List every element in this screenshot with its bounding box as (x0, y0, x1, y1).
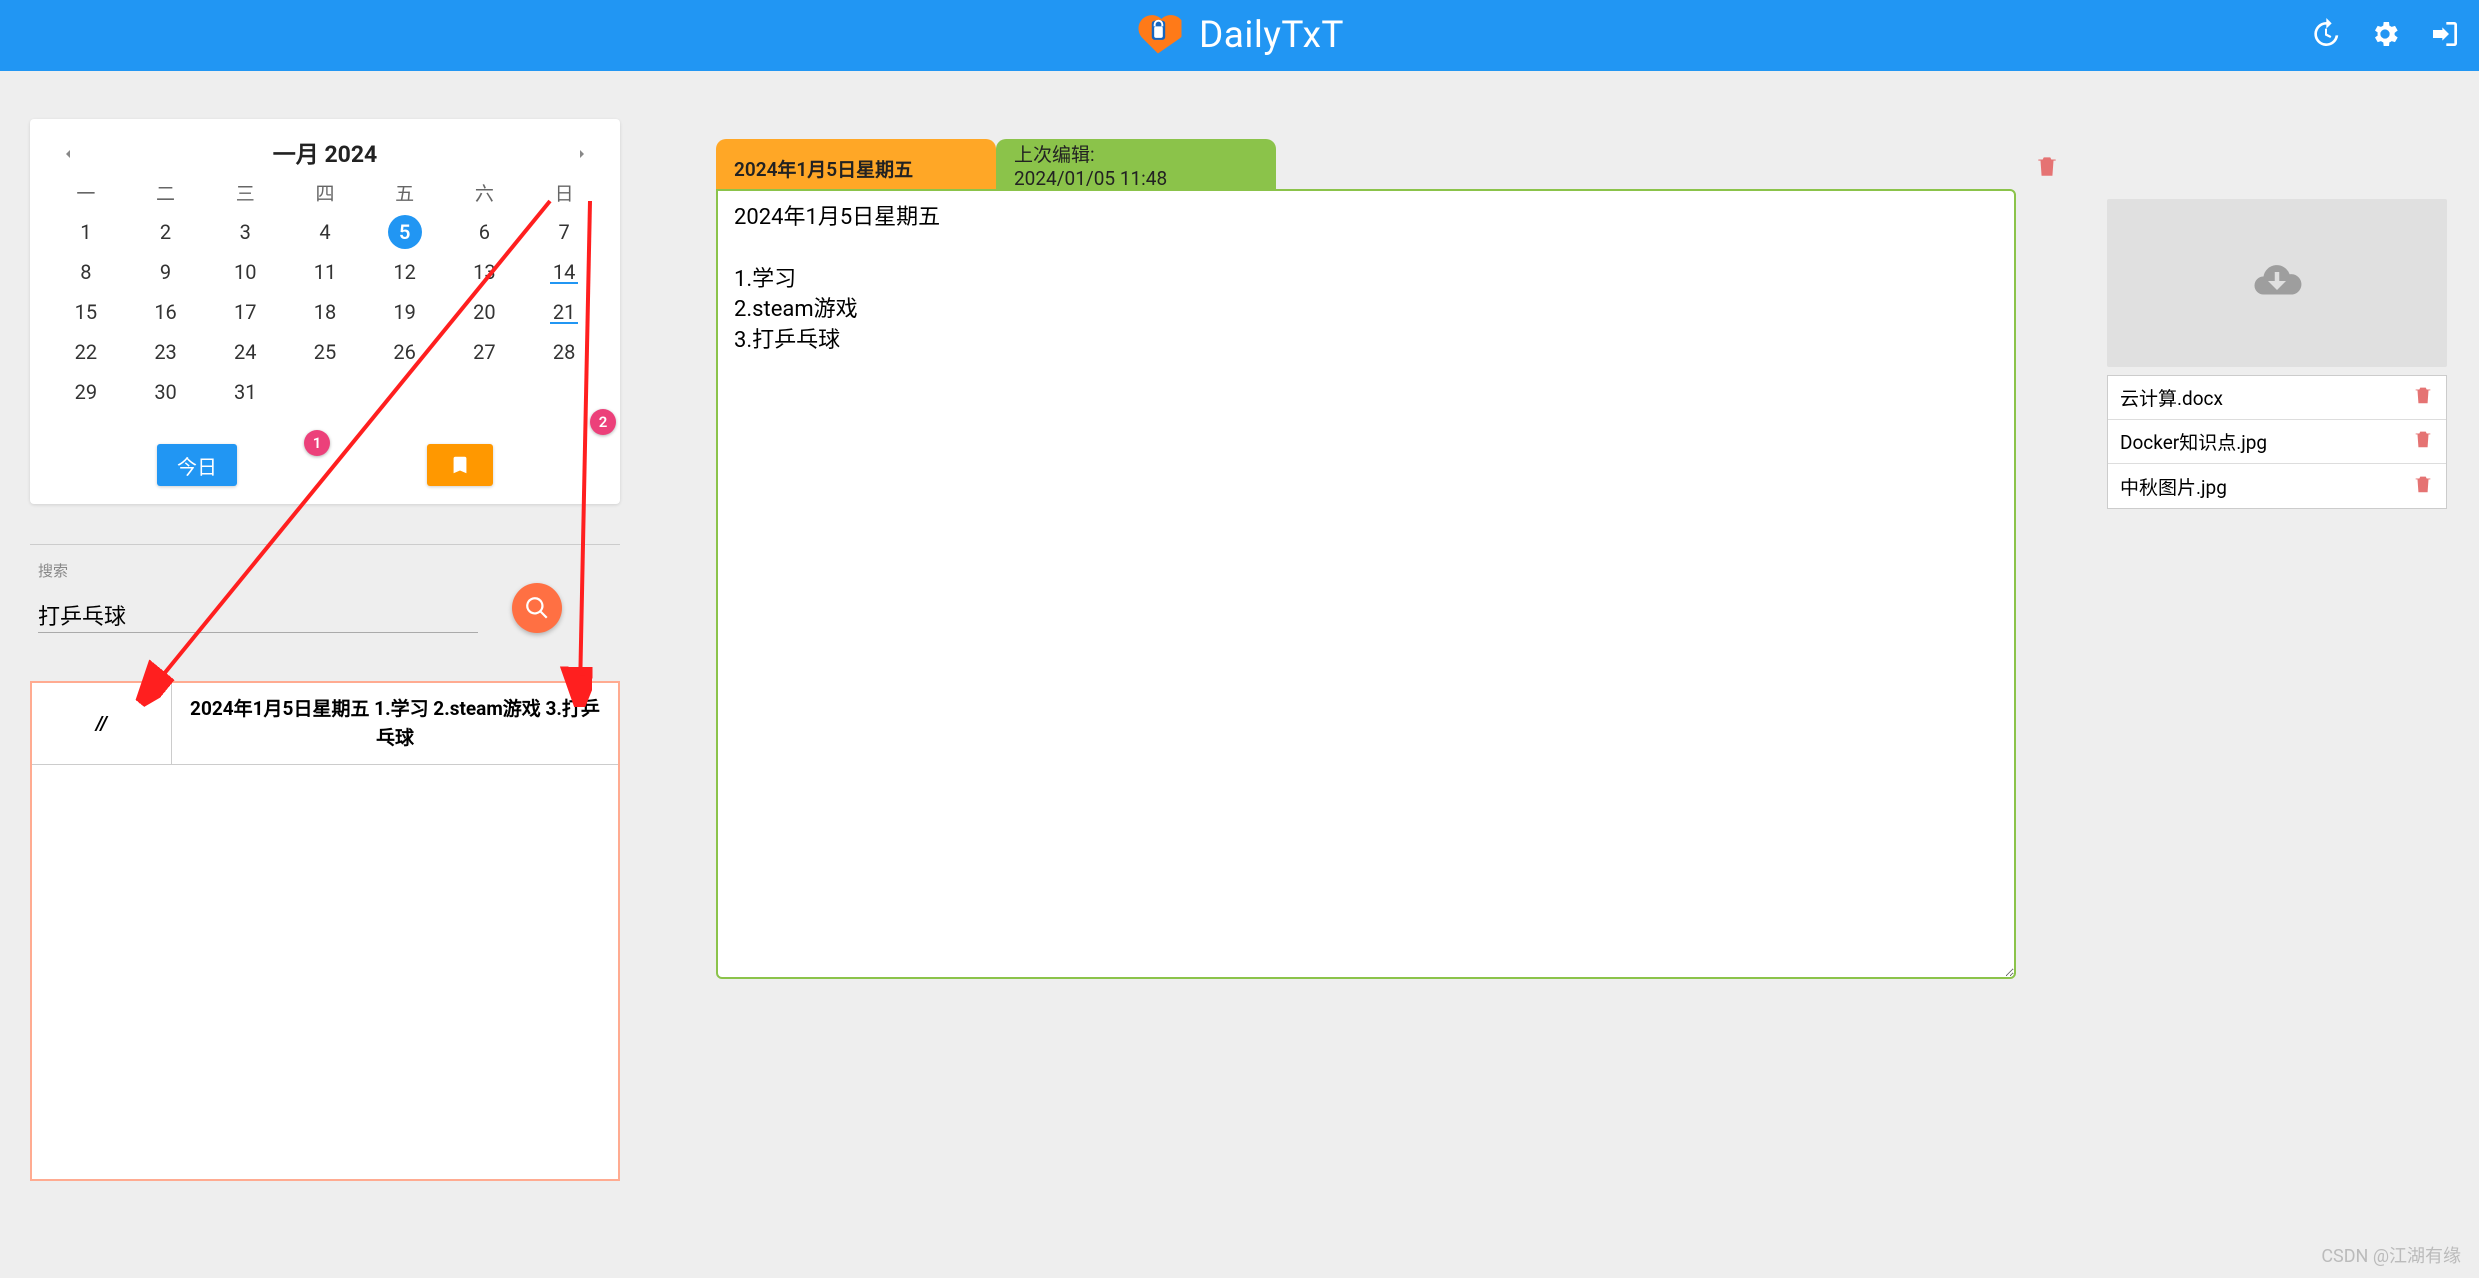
app-name: DailyTxT (1199, 14, 1344, 57)
file-item[interactable]: Docker知识点.jpg (2108, 420, 2446, 464)
app-logo-icon (1135, 13, 1181, 59)
calendar-prev-button[interactable] (50, 139, 86, 171)
upload-zone[interactable] (2107, 199, 2447, 367)
file-name: 云计算.docx (2120, 384, 2223, 411)
calendar-title: 一月 2024 (273, 135, 378, 169)
file-delete-button[interactable] (2412, 473, 2434, 500)
file-delete-button[interactable] (2412, 428, 2434, 455)
entry-editor[interactable]: 2024年1月5日星期五 1.学习 2.steam游戏 3.打乒乓球 (716, 189, 2016, 979)
entry-tabs: 2024年1月5日星期五 上次编辑: 2024/01/05 11:48 (716, 139, 2016, 189)
watermark: CSDN @江湖有缘 (2321, 1242, 2461, 1268)
upload-cloud-icon (2250, 254, 2304, 312)
logout-icon[interactable] (2429, 18, 2461, 54)
history-icon[interactable] (2309, 18, 2341, 54)
file-delete-button[interactable] (2412, 384, 2434, 411)
entry-date-tab[interactable]: 2024年1月5日星期五 (716, 139, 996, 189)
calendar-next-button[interactable] (564, 139, 600, 171)
file-list: 云计算.docx Docker知识点.jpg 中秋图片.jpg (2107, 375, 2447, 509)
annotation-badge-1: 1 (304, 430, 330, 456)
file-name: 中秋图片.jpg (2120, 473, 2227, 500)
file-name: Docker知识点.jpg (2120, 428, 2267, 455)
settings-icon[interactable] (2369, 18, 2401, 54)
last-edit-time: 2024/01/05 11:48 (1014, 167, 1258, 191)
last-edit-label: 上次编辑: (1014, 143, 1258, 167)
annotation-badge-2: 2 (590, 409, 616, 435)
file-item[interactable]: 中秋图片.jpg (2108, 464, 2446, 508)
file-item[interactable]: 云计算.docx (2108, 376, 2446, 420)
entry-last-edit-tab: 上次编辑: 2024/01/05 11:48 (996, 139, 1276, 189)
delete-entry-button[interactable] (2034, 153, 2060, 183)
search-results: // 2024年1月5日星期五 1.学习 2.steam游戏 3.打乒乓球 (30, 681, 620, 1181)
brand: DailyTxT (1135, 13, 1344, 59)
app-header: DailyTxT (0, 0, 2479, 71)
